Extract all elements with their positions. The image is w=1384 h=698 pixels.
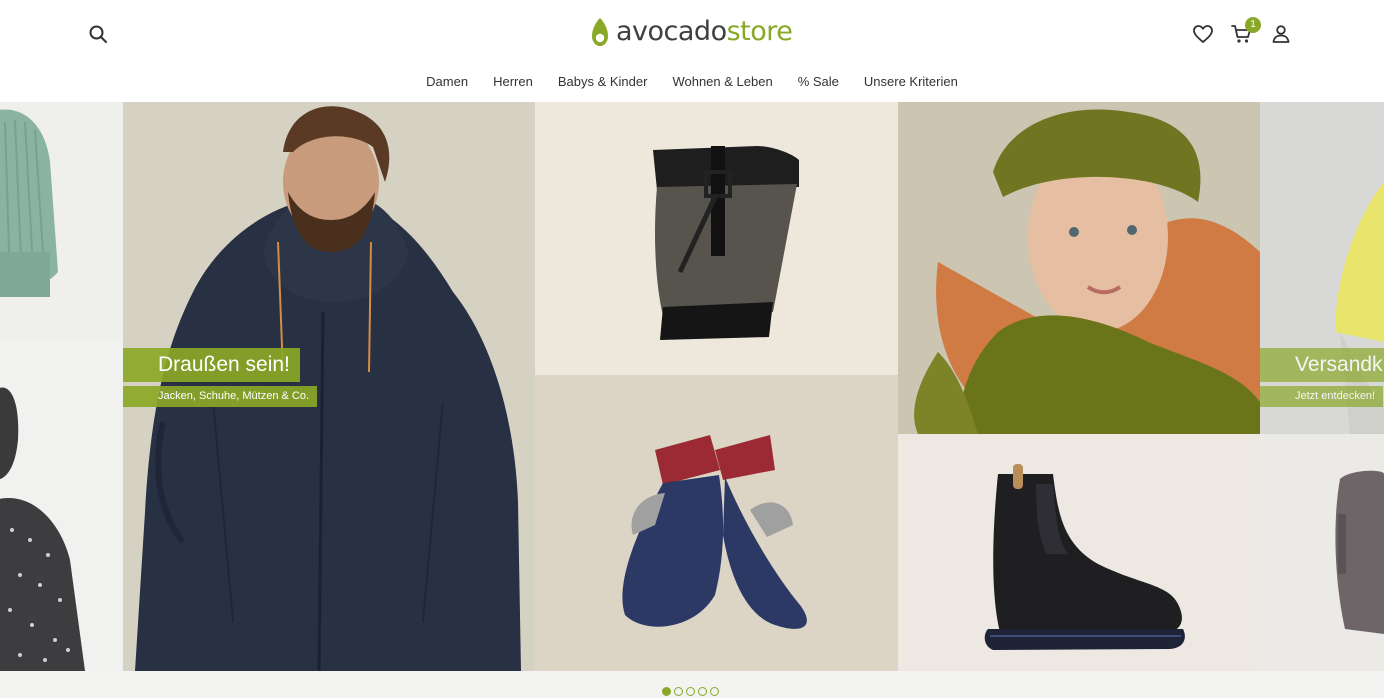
main-nav: Damen Herren Babys & Kinder Wohnen & Leb… — [0, 72, 1384, 92]
knit-hat-image — [0, 109, 58, 297]
woman-headband-image-tile[interactable] — [898, 102, 1260, 434]
carousel-dot-4[interactable] — [698, 687, 707, 696]
promo-subtitle[interactable]: Jacken, Schuhe, Mützen & Co. — [123, 386, 318, 407]
next-promo-subtitle[interactable]: Jetzt entdecken! — [1260, 386, 1384, 407]
site-header: avocadostore 1 Damen Herren Babys & Kind… — [0, 0, 1384, 102]
mittens-image-tile[interactable] — [535, 375, 898, 671]
nav-item-babys-kinder[interactable]: Babys & Kinder — [545, 72, 660, 92]
heart-icon[interactable] — [1191, 22, 1215, 46]
user-icon[interactable] — [1269, 22, 1293, 46]
next-promo-title[interactable]: Versandk — [1260, 348, 1384, 382]
nav-item-herren[interactable]: Herren — [481, 72, 546, 92]
nav-item-unsere-kriterien[interactable]: Unsere Kriterien — [851, 72, 970, 92]
nav-item-sale[interactable]: % Sale — [785, 72, 851, 92]
search-icon[interactable] — [86, 22, 110, 46]
carousel-dot-3[interactable] — [686, 687, 695, 696]
avocado-logo-icon — [592, 18, 608, 46]
logo[interactable]: avocadostore — [590, 14, 793, 50]
carousel-dot-1[interactable] — [662, 687, 671, 696]
nav-item-damen[interactable]: Damen — [414, 72, 481, 92]
sweater-man-image — [0, 387, 85, 671]
logo-text-part1: avocado — [616, 16, 727, 47]
next-slide-bottom-image-tile[interactable] — [1260, 434, 1384, 671]
logo-text: avocadostore — [616, 14, 793, 50]
yellow-knit-image — [1260, 102, 1384, 434]
boot-image-tile[interactable] — [898, 434, 1260, 671]
backpack-image — [535, 102, 898, 375]
carousel-dot-5[interactable] — [710, 687, 719, 696]
backpack-image-tile[interactable] — [535, 102, 898, 375]
promo-title[interactable]: Draußen sein! — [123, 348, 300, 382]
carousel-dots — [662, 687, 719, 696]
mittens-image — [535, 375, 898, 671]
hat-image-tile[interactable] — [0, 102, 123, 340]
logo-text-part2: store — [726, 16, 793, 47]
nav-item-wohnen-leben[interactable]: Wohnen & Leben — [660, 72, 785, 92]
sweater-image-tile[interactable] — [0, 340, 123, 671]
cart-count-badge: 1 — [1245, 17, 1261, 33]
hero-carousel[interactable]: Draußen sein! Jacken, Schuhe, Mützen & C… — [0, 102, 1384, 671]
next-slide-top-image-tile[interactable] — [1260, 102, 1384, 434]
carousel-dot-2[interactable] — [674, 687, 683, 696]
chelsea-boot-image — [898, 434, 1260, 671]
grey-bag-image — [1260, 434, 1384, 671]
woman-headband-scarf-image — [898, 102, 1260, 434]
